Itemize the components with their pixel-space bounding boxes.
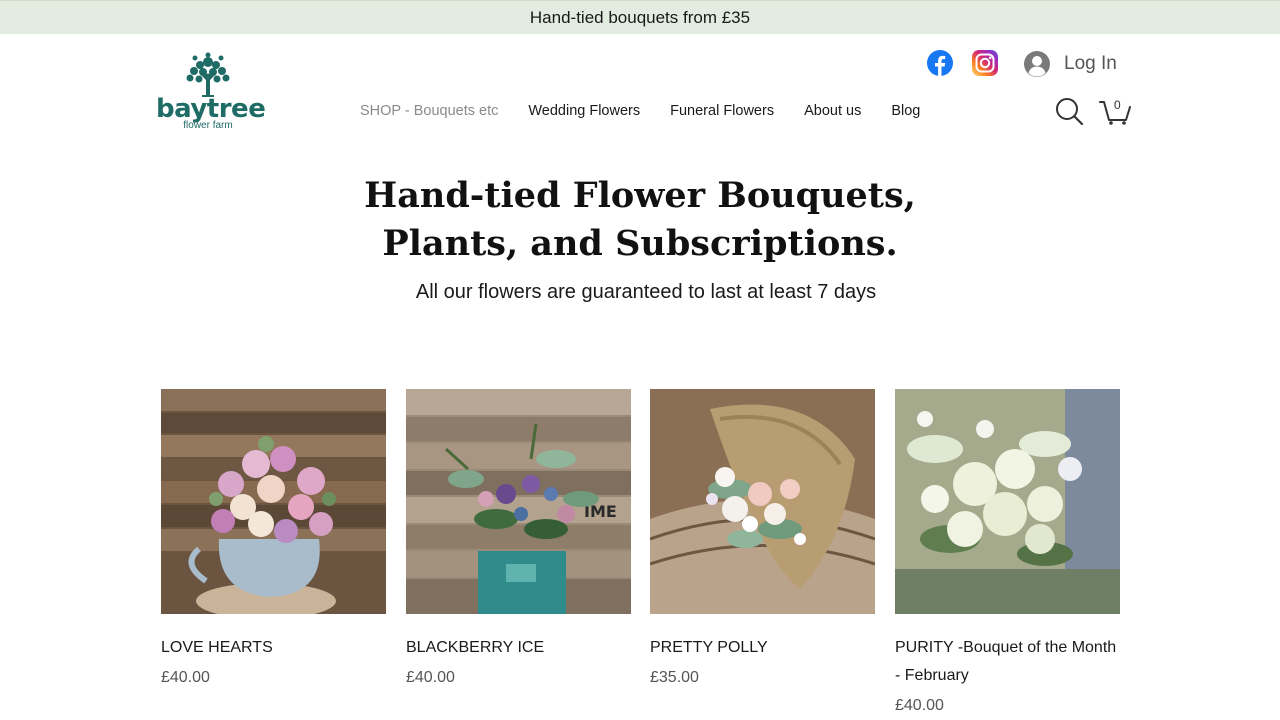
- product-card-blackberry-ice[interactable]: IME BLACKBERRY ICE £40.00: [406, 389, 631, 692]
- nav-item-wedding-flowers[interactable]: Wedding Flowers: [513, 103, 655, 119]
- announcement-text: Hand-tied bouquets from £35: [529, 7, 751, 27]
- nav-item-about-us[interactable]: About us: [789, 103, 876, 119]
- login-label: Log In: [1064, 53, 1117, 74]
- user-avatar-icon: [1024, 51, 1050, 77]
- search-icon: [1056, 98, 1084, 126]
- search-button[interactable]: [1054, 96, 1084, 126]
- product-price: £40.00: [161, 669, 210, 686]
- product-card-pretty-polly[interactable]: PRETTY POLLY £35.00: [650, 389, 875, 692]
- product-price: £40.00: [895, 697, 944, 714]
- page-title-line-1: Hand-tied Flower Bouquets,: [364, 175, 916, 216]
- product-image-love-hearts: [161, 389, 386, 614]
- login-button[interactable]: Log In: [1022, 48, 1117, 80]
- nav-item-shop[interactable]: SHOP - Bouquets etc: [345, 103, 513, 119]
- logo-tagline: flower farm: [183, 120, 233, 131]
- product-name: PRETTY POLLY: [650, 639, 768, 656]
- product-card-love-hearts[interactable]: LOVE HEARTS £40.00: [161, 389, 386, 692]
- logo-wordmark: baytree: [156, 94, 266, 124]
- page-title-line-2: Plants, and Subscriptions.: [382, 223, 898, 264]
- product-name: BLACKBERRY ICE: [406, 639, 545, 656]
- product-image-purity: [895, 389, 1120, 614]
- product-image-blackberry-ice: IME: [406, 389, 631, 614]
- product-name: PURITY -Bouquet of the Month - February: [895, 639, 1117, 684]
- nav-item-funeral-flowers[interactable]: Funeral Flowers: [655, 103, 789, 119]
- facebook-link[interactable]: [926, 49, 954, 77]
- main-nav: SHOP - Bouquets etc Wedding Flowers Fune…: [345, 100, 935, 122]
- instagram-icon: [972, 50, 998, 76]
- instagram-link[interactable]: [971, 49, 999, 77]
- tree-logo-icon: [186, 52, 230, 97]
- site-logo[interactable]: baytree flower farm: [156, 52, 266, 134]
- page-title: Hand-tied Flower Bouquets, Plants, and S…: [340, 172, 940, 268]
- product-price: £40.00: [406, 669, 455, 686]
- product-image-pretty-polly: [650, 389, 875, 614]
- facebook-icon: [927, 50, 953, 76]
- product-card-purity[interactable]: PURITY -Bouquet of the Month - February …: [895, 389, 1120, 720]
- product-name: LOVE HEARTS: [161, 639, 273, 656]
- announcement-bar: Hand-tied bouquets from £35: [0, 0, 1280, 34]
- cart-count-badge: 0: [1114, 98, 1121, 112]
- page-subtitle: All our flowers are guaranteed to last a…: [415, 281, 877, 303]
- nav-item-blog[interactable]: Blog: [876, 103, 935, 119]
- product-price: £35.00: [650, 669, 699, 686]
